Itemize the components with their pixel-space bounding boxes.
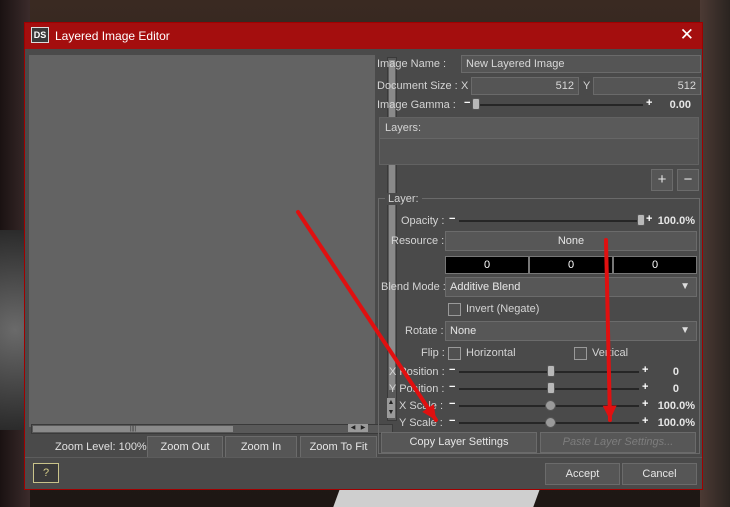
arrow-to-paste-line bbox=[604, 238, 612, 422]
annotation-arrows bbox=[296, 210, 617, 422]
arrow-to-paste-head bbox=[602, 405, 617, 420]
arrow-to-copy-line bbox=[296, 210, 438, 422]
